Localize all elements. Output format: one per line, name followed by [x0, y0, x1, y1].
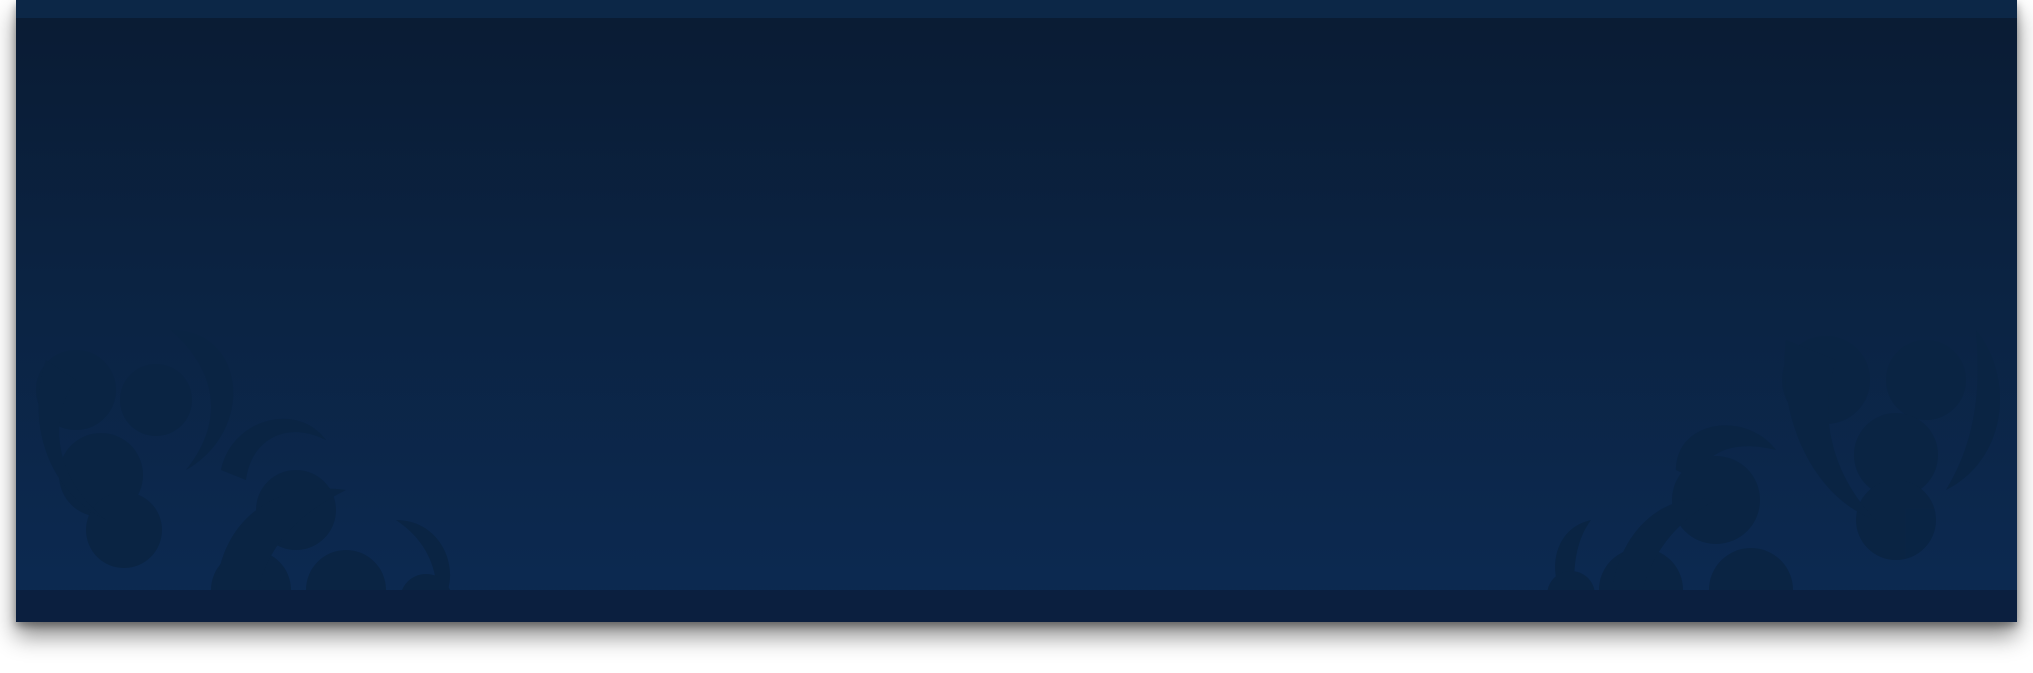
swirl-ornament	[36, 330, 2000, 622]
banner-footer-strip	[16, 590, 2017, 622]
banner-top-edge	[16, 0, 2017, 18]
right-swirl-ornament	[1547, 330, 2000, 622]
header-banner	[16, 0, 2017, 622]
left-swirl-ornament	[36, 330, 452, 622]
